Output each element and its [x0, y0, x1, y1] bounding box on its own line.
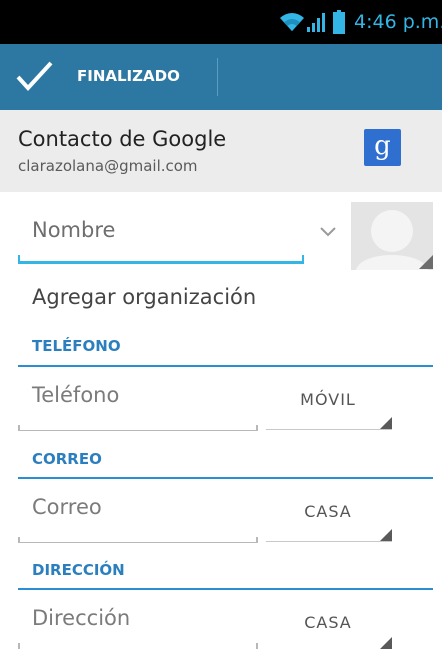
dropdown-triangle-icon: [380, 417, 392, 429]
name-placeholder: Nombre: [32, 218, 116, 242]
address-section-divider: [18, 588, 433, 590]
battery-icon: [333, 10, 345, 34]
account-header: Contacto de Google clarazolana@gmail.com…: [0, 110, 442, 192]
email-section-header: CORREO: [32, 450, 102, 468]
phone-underline: [18, 430, 258, 431]
account-email: clarazolana@gmail.com: [18, 157, 198, 175]
chevron-down-icon[interactable]: [318, 226, 338, 238]
email-underline-right-tick: [256, 537, 258, 543]
email-underline-left-tick: [18, 537, 20, 543]
name-underline-right-tick: [302, 255, 304, 264]
address-underline-right-tick: [256, 643, 258, 649]
dropdown-triangle-icon: [380, 529, 392, 541]
email-type-label: CASA: [304, 502, 352, 521]
name-underline-left-tick: [18, 255, 20, 264]
email-section-divider: [18, 477, 433, 479]
wifi-icon: [280, 13, 304, 31]
status-bar: 4:46 p.m.: [0, 0, 442, 44]
done-label: FINALIZADO: [77, 67, 180, 85]
done-button[interactable]: FINALIZADO: [0, 44, 217, 110]
address-section-header: DIRECCIÓN: [32, 561, 125, 579]
address-underline-left-tick: [18, 643, 20, 649]
name-input[interactable]: Nombre: [18, 202, 304, 264]
name-underline: [18, 261, 304, 264]
email-input[interactable]: Correo: [18, 485, 258, 543]
phone-type-spinner[interactable]: MÓVIL: [266, 386, 392, 430]
phone-placeholder: Teléfono: [32, 383, 120, 407]
address-placeholder: Dirección: [32, 606, 131, 630]
phone-underline-left-tick: [18, 425, 20, 431]
google-logo-icon: g: [364, 129, 401, 166]
action-bar-divider: [217, 58, 218, 96]
phone-section-divider: [18, 365, 433, 367]
phone-underline-right-tick: [256, 425, 258, 431]
address-input[interactable]: Dirección: [18, 596, 258, 649]
check-icon: [16, 61, 53, 91]
account-title: Contacto de Google: [18, 127, 227, 151]
photo-corner-triangle-icon: [419, 255, 433, 269]
phone-section-header: TELÉFONO: [32, 337, 121, 355]
email-type-spinner[interactable]: CASA: [266, 498, 392, 542]
email-underline: [18, 542, 258, 543]
email-placeholder: Correo: [32, 495, 102, 519]
action-bar: FINALIZADO: [0, 44, 442, 110]
add-organization-link[interactable]: Agregar organización: [32, 285, 256, 309]
address-type-spinner[interactable]: CASA: [266, 609, 392, 649]
dropdown-triangle-icon: [380, 637, 392, 649]
address-type-label: CASA: [304, 613, 352, 632]
phone-type-underline: [266, 429, 392, 430]
email-type-underline: [266, 541, 392, 542]
signal-icon: [307, 13, 325, 32]
status-time: 4:46 p.m.: [354, 11, 442, 33]
phone-input[interactable]: Teléfono: [18, 373, 258, 431]
phone-type-label: MÓVIL: [300, 390, 356, 409]
